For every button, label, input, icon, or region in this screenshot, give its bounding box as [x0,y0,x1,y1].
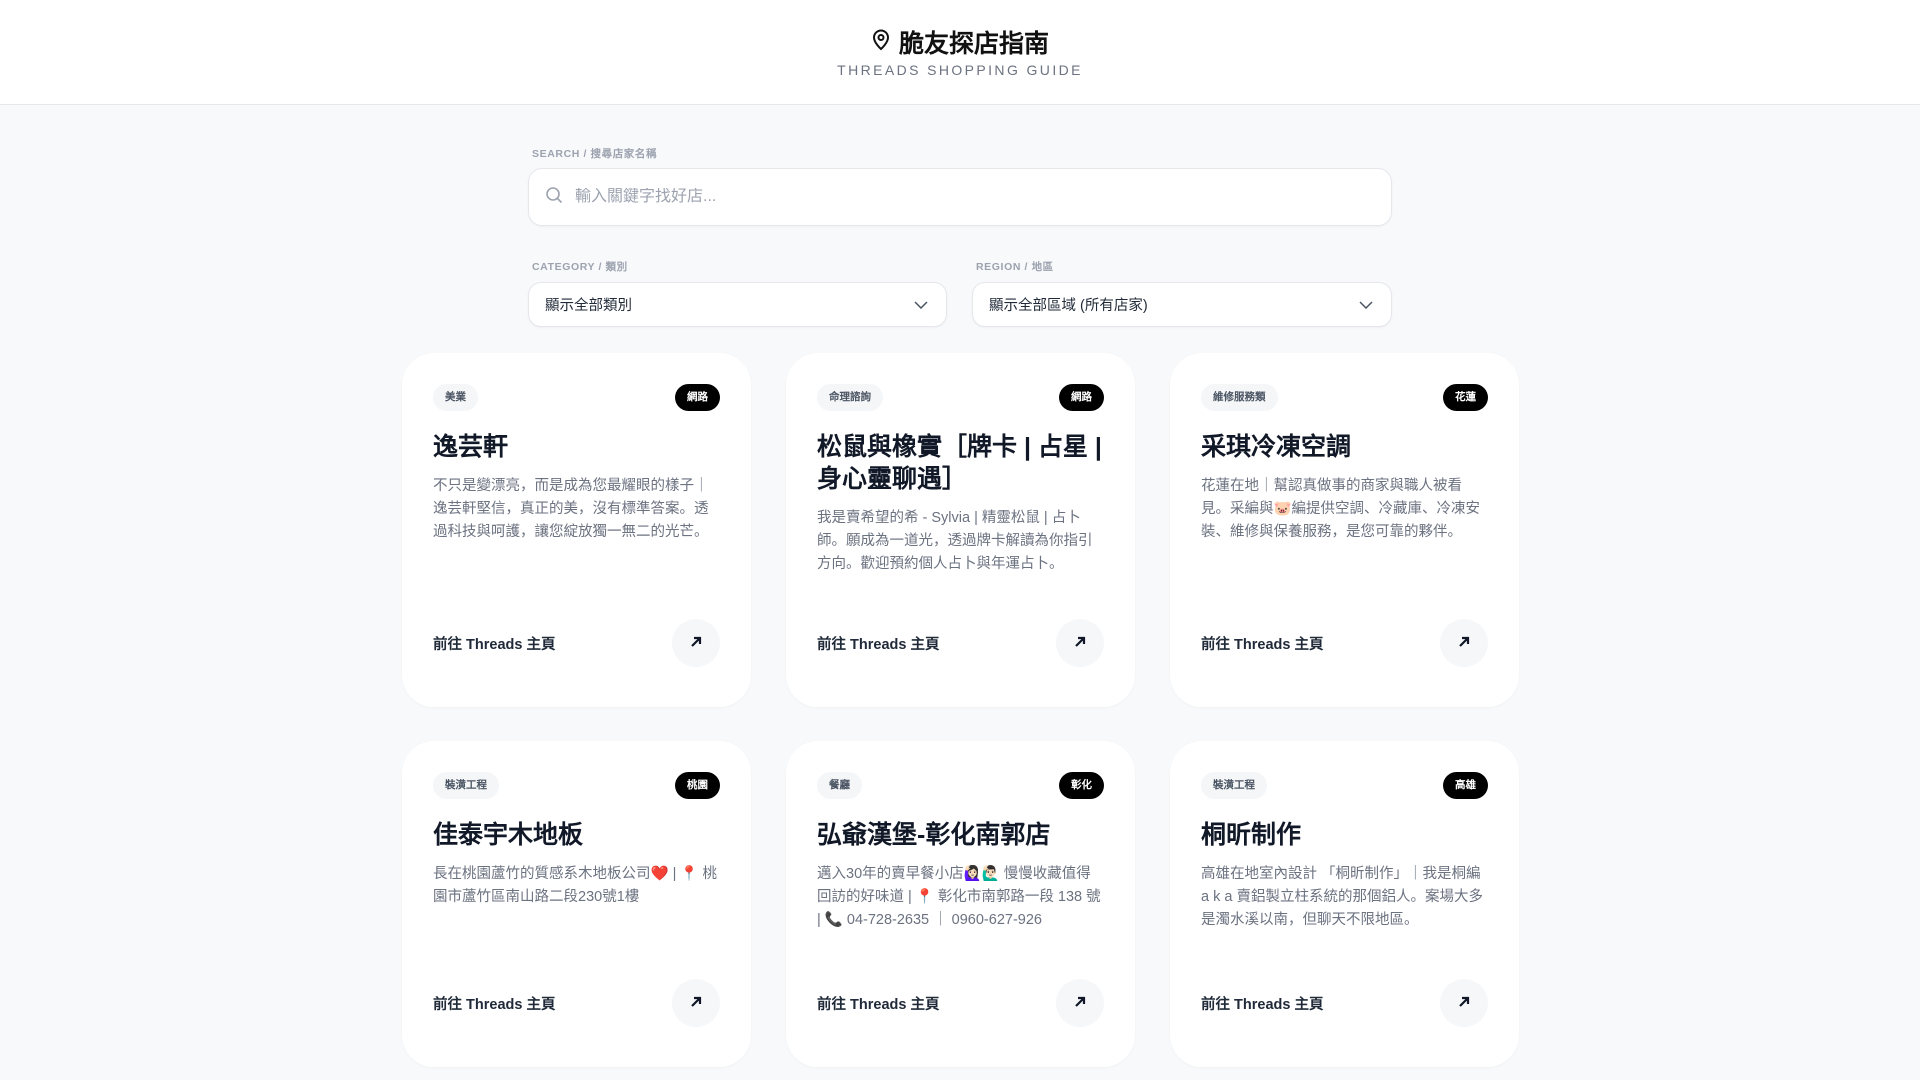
shop-description: 我是賣希望的希 - Sylvia | 精靈松鼠 | 占卜師。願成為一道光，透過牌… [817,510,1093,572]
open-threads-button[interactable] [672,979,720,1027]
chevron-down-icon [914,297,928,313]
region-badge: 花蓮 [1443,384,1488,411]
category-select[interactable]: 顯示全部類別 [528,282,947,327]
category-tag: 餐廳 [817,772,862,799]
threads-link[interactable]: 前往 Threads 主頁 [817,993,939,1014]
shop-name: 采琪冷凍空調 [1201,433,1352,461]
shop-name: 弘爺漢堡-彰化南郭店 [817,821,1051,849]
open-threads-button[interactable] [1440,979,1488,1027]
region-label: REGION / 地區 [976,261,1054,273]
search-label: SEARCH / 搜尋店家名稱 [532,148,658,160]
arrow-up-right-icon [1074,996,1086,1011]
search-input[interactable] [575,188,1391,206]
category-tag: 命理諮詢 [817,384,883,411]
open-threads-button[interactable] [672,619,720,667]
threads-link[interactable]: 前往 Threads 主頁 [1201,993,1323,1014]
category-tag: 裝潢工程 [1201,772,1267,799]
shop-description: 花蓮在地｜幫認真做事的商家與職人被看見。采編與🐷編提供空調、冷藏庫、冷凍安裝、維… [1201,478,1481,540]
arrow-up-right-icon [690,996,702,1011]
app-title: 脆友探店指南 [898,30,1049,58]
arrow-up-right-icon [690,636,702,651]
region-badge: 高雄 [1443,772,1488,799]
shop-description: 不只是變漂亮，而是成為您最耀眼的樣子｜逸芸軒堅信，真正的美，沒有標準答案。透過科… [433,478,709,540]
page-header: 脆友探店指南 THREADS SHOPPING GUIDE [0,0,1920,105]
threads-link[interactable]: 前往 Threads 主頁 [433,633,555,654]
category-tag: 維修服務類 [1201,384,1278,411]
shop-card: 餐廳 彰化 弘爺漢堡-彰化南郭店 邁入30年的賣早餐小店🙋🏻‍♀️🙋🏻‍♂️ 慢… [786,741,1135,1067]
arrow-up-right-icon [1074,636,1086,651]
region-selected: 顯示全部區域 (所有店家) [989,298,1148,314]
shop-name: 佳泰宇木地板 [433,821,584,849]
shop-description: 長在桃園蘆竹的質感系木地板公司❤️ | 📍 桃園市蘆竹區南山路二段230號1樓 [433,866,717,905]
shop-name: 逸芸軒 [433,433,509,461]
shop-card: 裝潢工程 高雄 桐昕制作 高雄在地室內設計 「桐昕制作」｜我是桐編 a k a … [1170,741,1519,1067]
shop-card: 裝潢工程 桃園 佳泰宇木地板 長在桃園蘆竹的質感系木地板公司❤️ | 📍 桃園市… [402,741,751,1067]
region-badge: 網路 [1059,384,1104,411]
category-tag: 裝潢工程 [433,772,499,799]
category-tag: 美業 [433,384,478,411]
region-select[interactable]: 顯示全部區域 (所有店家) [972,282,1392,327]
open-threads-button[interactable] [1056,619,1104,667]
shop-card: 命理諮詢 網路 松鼠與橡實［牌卡 | 占星 | 身心靈聊遇］ 我是賣希望的希 -… [786,353,1135,707]
map-pin-icon [871,29,891,56]
open-threads-button[interactable] [1440,619,1488,667]
region-badge: 網路 [675,384,720,411]
brand: 脆友探店指南 [0,24,1920,60]
category-label: CATEGORY / 類別 [532,261,628,273]
chevron-down-icon [1359,297,1373,313]
threads-link[interactable]: 前往 Threads 主頁 [1201,633,1323,654]
shop-card: 美業 網路 逸芸軒 不只是變漂亮，而是成為您最耀眼的樣子｜逸芸軒堅信，真正的美，… [402,353,751,707]
search-icon [545,186,563,209]
region-badge: 彰化 [1059,772,1104,799]
open-threads-button[interactable] [1056,979,1104,1027]
app-subtitle: THREADS SHOPPING GUIDE [837,62,1083,78]
threads-link[interactable]: 前往 Threads 主頁 [817,633,939,654]
shop-description: 邁入30年的賣早餐小店🙋🏻‍♀️🙋🏻‍♂️ 慢慢收藏值得回訪的好味道 | 📍 彰… [817,866,1101,928]
region-badge: 桃園 [675,772,720,799]
arrow-up-right-icon [1458,996,1470,1011]
shop-name: 松鼠與橡實［牌卡 | 占星 | 身心靈聊遇］ [817,433,1102,493]
threads-link[interactable]: 前往 Threads 主頁 [433,993,555,1014]
category-selected: 顯示全部類別 [545,298,632,314]
shop-description: 高雄在地室內設計 「桐昕制作」｜我是桐編 a k a 賣鋁製立柱系統的那個鋁人。… [1201,866,1483,928]
shop-name: 桐昕制作 [1201,821,1302,849]
shop-grid: 美業 網路 逸芸軒 不只是變漂亮，而是成為您最耀眼的樣子｜逸芸軒堅信，真正的美，… [402,353,1519,1067]
shop-card: 維修服務類 花蓮 采琪冷凍空調 花蓮在地｜幫認真做事的商家與職人被看見。采編與🐷… [1170,353,1519,707]
search-box [528,168,1392,226]
arrow-up-right-icon [1458,636,1470,651]
